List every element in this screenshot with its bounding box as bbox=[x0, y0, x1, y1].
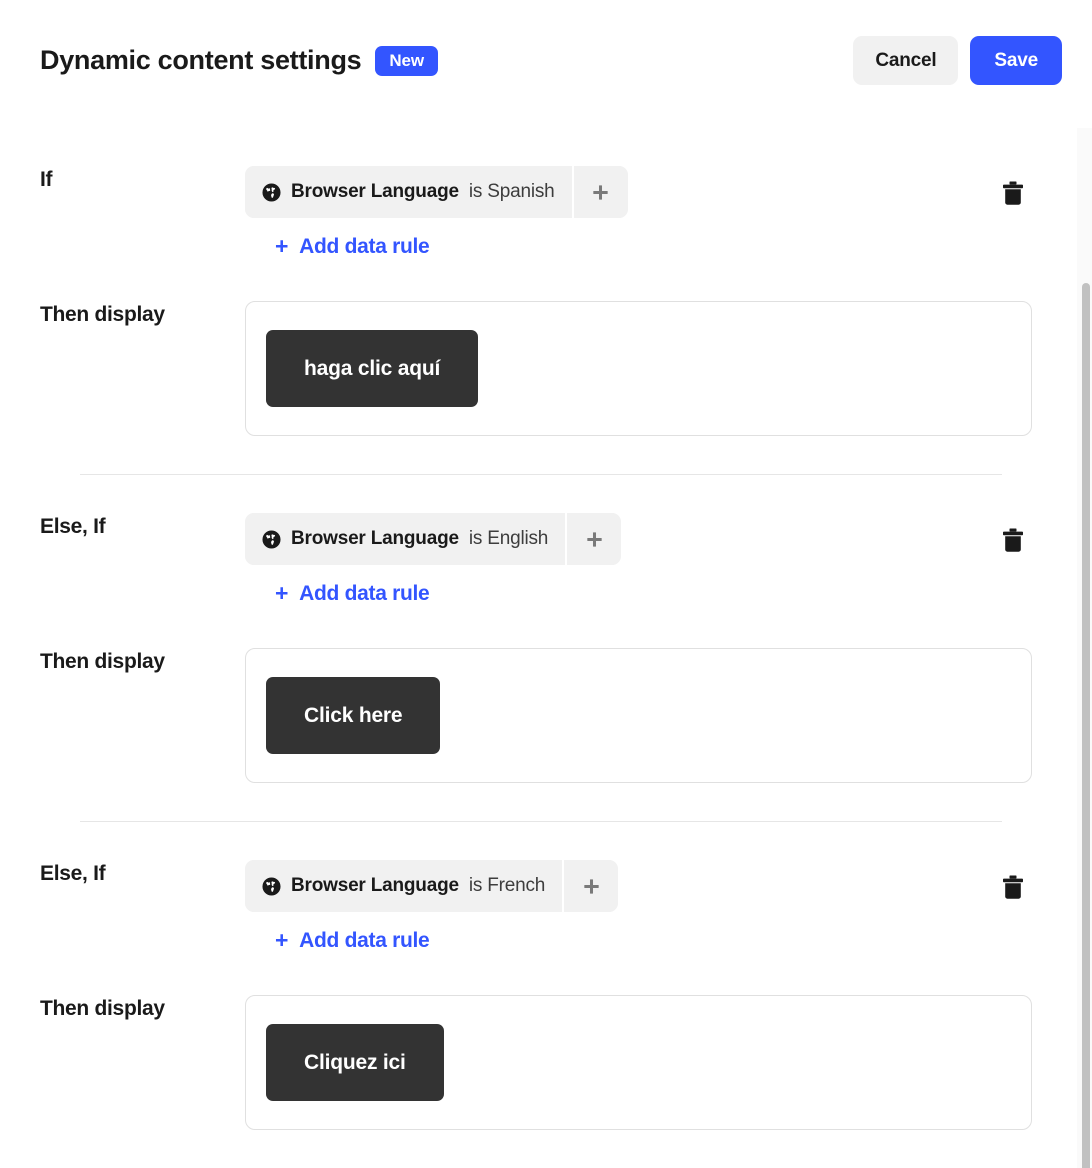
condition-chip[interactable]: Browser Language is French bbox=[245, 860, 619, 912]
preview-content: Click here bbox=[245, 648, 1062, 783]
header-actions: Cancel Save bbox=[853, 36, 1062, 85]
display-row: Then display Cliquez ici bbox=[40, 995, 1062, 1130]
condition-content: Browser Language is French + Add data ru… bbox=[245, 860, 1062, 953]
add-condition-button[interactable] bbox=[567, 513, 622, 565]
condition-chip[interactable]: Browser Language is Spanish bbox=[245, 166, 628, 218]
scrollbar-thumb[interactable] bbox=[1082, 283, 1090, 1168]
add-data-rule-link[interactable]: + Add data rule bbox=[275, 233, 430, 259]
delete-rule-button[interactable] bbox=[994, 868, 1032, 906]
cancel-button[interactable]: Cancel bbox=[853, 36, 959, 85]
title-group: Dynamic content settings New bbox=[40, 44, 439, 76]
rule-block: Else, If Browser Language is French + Ad… bbox=[0, 822, 1092, 1130]
add-data-rule-link[interactable]: + Add data rule bbox=[275, 580, 430, 606]
add-data-rule-label: Add data rule bbox=[299, 235, 430, 258]
condition-attribute: Browser Language bbox=[291, 528, 459, 549]
display-label: Then display bbox=[40, 997, 165, 1020]
page-title: Dynamic content settings bbox=[40, 44, 362, 75]
condition-predicate: is French bbox=[468, 875, 546, 896]
rule-block: Else, If Browser Language is English + A… bbox=[0, 475, 1092, 822]
plus-icon: + bbox=[275, 580, 289, 606]
delete-rule-button[interactable] bbox=[994, 174, 1032, 212]
trash-icon bbox=[1003, 528, 1023, 552]
condition-chip-main[interactable]: Browser Language is Spanish bbox=[245, 166, 572, 218]
condition-row: Else, If Browser Language is English + A… bbox=[40, 513, 1062, 606]
display-label: Then display bbox=[40, 303, 165, 326]
status-badge: New bbox=[375, 45, 439, 76]
condition-chip-main[interactable]: Browser Language is English bbox=[245, 513, 566, 565]
preview-card: Cliquez ici bbox=[245, 995, 1032, 1130]
trash-icon bbox=[1003, 181, 1023, 205]
preview-card: haga clic aquí bbox=[245, 301, 1032, 436]
delete-rule-button[interactable] bbox=[994, 521, 1032, 559]
plus-icon: + bbox=[275, 233, 289, 259]
condition-content: Browser Language is English + Add data r… bbox=[245, 513, 1062, 606]
condition-row: If Browser Language is Spanish + Add dat… bbox=[40, 166, 1062, 259]
condition-row: Else, If Browser Language is French + Ad… bbox=[40, 860, 1062, 953]
globe-icon bbox=[262, 876, 281, 896]
plus-icon bbox=[586, 531, 602, 547]
globe-icon bbox=[262, 182, 281, 202]
condition-chip-main[interactable]: Browser Language is French bbox=[245, 860, 563, 912]
preview-content: haga clic aquí bbox=[245, 301, 1062, 436]
add-condition-button[interactable] bbox=[573, 166, 628, 218]
preview-card: Click here bbox=[245, 648, 1032, 783]
cta-preview-button[interactable]: Cliquez ici bbox=[266, 1024, 444, 1101]
condition-attribute: Browser Language bbox=[291, 181, 459, 202]
rules-scroll-region: If Browser Language is Spanish + Add dat… bbox=[0, 128, 1092, 1168]
scrollbar-track[interactable] bbox=[1077, 128, 1092, 1168]
trash-icon bbox=[1003, 875, 1023, 899]
display-label: Then display bbox=[40, 650, 165, 673]
plus-icon bbox=[593, 184, 608, 200]
rule-label: If bbox=[40, 168, 53, 191]
add-condition-button[interactable] bbox=[564, 860, 619, 912]
condition-chip[interactable]: Browser Language is English bbox=[245, 513, 622, 565]
rule-label: Else, If bbox=[40, 862, 106, 885]
display-row: Then display haga clic aquí bbox=[40, 301, 1062, 436]
preview-content: Cliquez ici bbox=[245, 995, 1062, 1130]
display-row: Then display Click here bbox=[40, 648, 1062, 783]
header-inner: Dynamic content settings New Cancel Save bbox=[40, 36, 1062, 85]
plus-icon bbox=[584, 878, 599, 894]
rule-label: Else, If bbox=[40, 515, 106, 538]
add-data-rule-label: Add data rule bbox=[299, 929, 430, 952]
condition-predicate: is Spanish bbox=[468, 181, 555, 202]
plus-icon: + bbox=[275, 927, 289, 953]
rule-block: If Browser Language is Spanish + Add dat… bbox=[0, 128, 1092, 475]
add-data-rule-link[interactable]: + Add data rule bbox=[275, 927, 430, 953]
condition-predicate: is English bbox=[468, 528, 549, 549]
page-header: Dynamic content settings New Cancel Save bbox=[0, 0, 1092, 128]
cta-preview-button[interactable]: haga clic aquí bbox=[266, 330, 479, 407]
add-data-rule-label: Add data rule bbox=[299, 582, 430, 605]
condition-attribute: Browser Language bbox=[291, 875, 459, 896]
cta-preview-button[interactable]: Click here bbox=[266, 677, 441, 754]
save-button[interactable]: Save bbox=[970, 36, 1062, 85]
globe-icon bbox=[262, 529, 281, 549]
dynamic-content-settings-page: Dynamic content settings New Cancel Save… bbox=[0, 0, 1092, 1168]
condition-content: Browser Language is Spanish + Add data r… bbox=[245, 166, 1062, 259]
